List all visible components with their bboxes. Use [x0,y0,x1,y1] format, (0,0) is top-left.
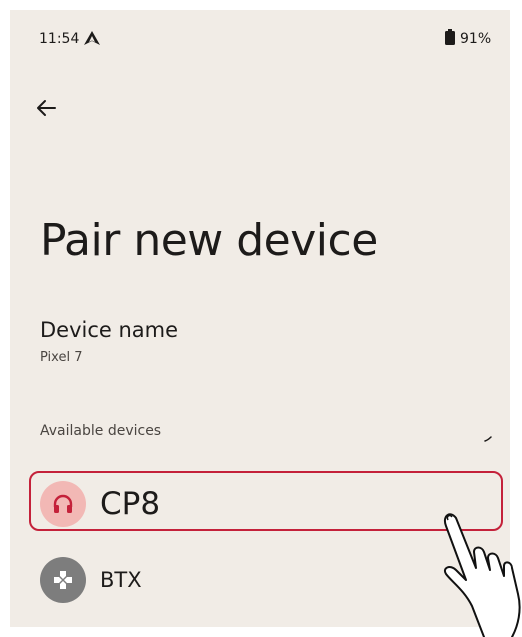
status-bar: 11:54 91% [10,10,510,66]
scanning-progress-icon [484,436,492,442]
settings-screen: 11:54 91% Pair new device Device name Pi… [10,10,510,627]
status-time: 11:54 [39,31,80,47]
back-button[interactable] [30,92,62,124]
battery-percentage: 91% [460,31,492,47]
device-name-setting[interactable]: Device name Pixel 7 [40,318,480,382]
gamepad-icon [54,571,72,589]
device-avatar [40,481,86,527]
device-label: BTX [100,568,142,592]
arrow-left-icon [37,100,56,116]
device-name-label: Device name [40,318,179,342]
page-title: Pair new device [40,215,378,266]
battery-icon [445,29,455,45]
device-item-cp8[interactable]: CP8 [40,476,500,532]
navigation-arrow-icon [84,31,100,45]
device-name-value: Pixel 7 [40,350,83,365]
device-avatar [40,557,86,603]
headphones-icon [53,494,73,513]
available-devices-header: Available devices [40,423,162,439]
device-label: CP8 [100,486,161,522]
device-item-btx[interactable]: BTX [40,552,500,608]
